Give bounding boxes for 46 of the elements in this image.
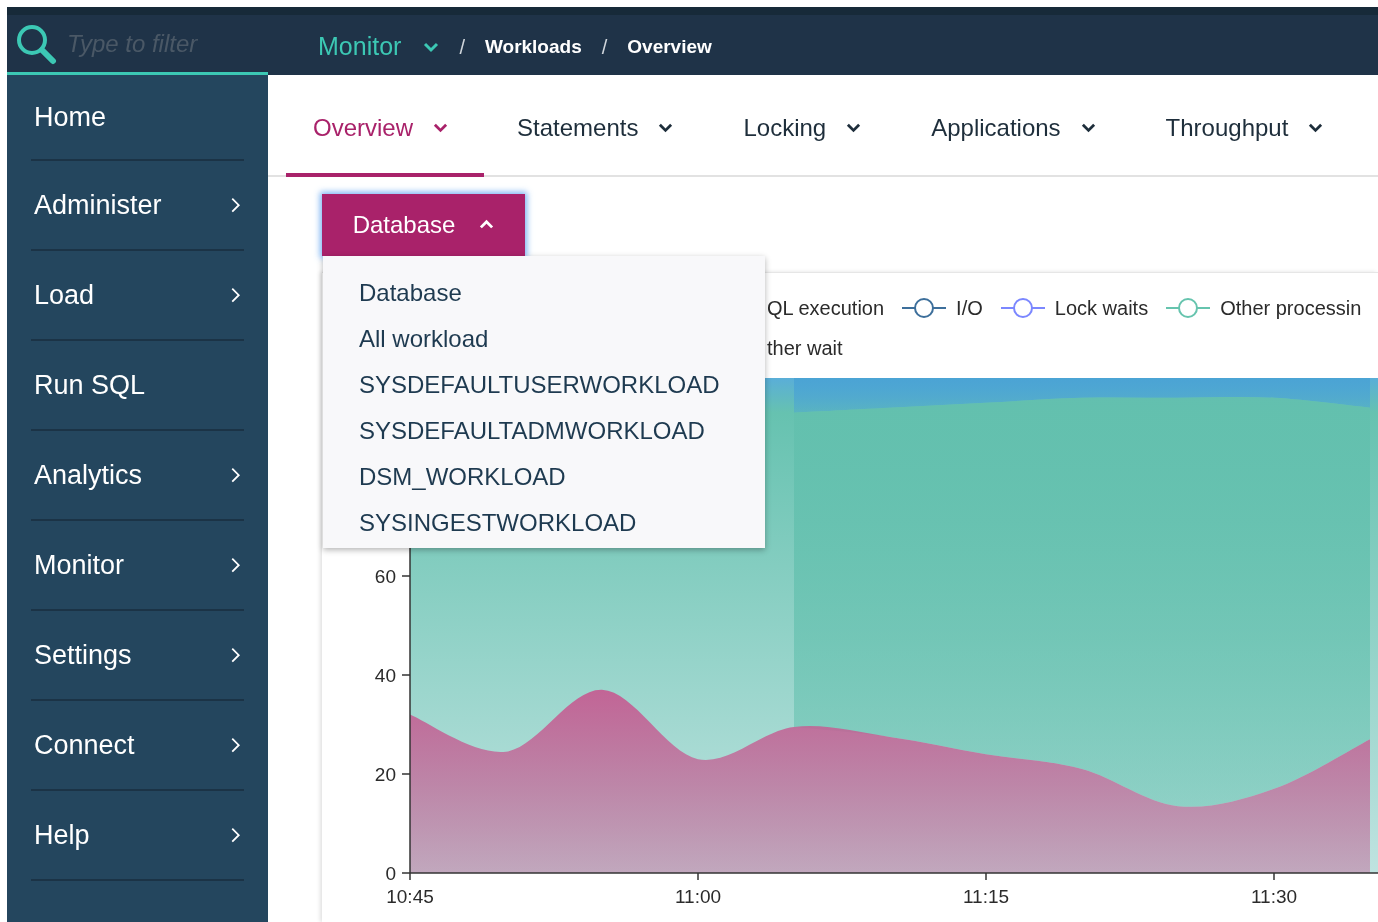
legend-label: QL execution [767,296,885,321]
sidebar-item[interactable]: Run SQL [31,341,244,431]
chevron-down-icon [658,121,674,135]
chevron-down-icon [433,121,449,135]
breadcrumb-separator: / [601,35,608,60]
chevron-down-icon [423,40,440,54]
chevron-down-icon [1308,121,1324,135]
breadcrumb-link[interactable]: Overview [627,32,712,62]
tab[interactable]: Applications [897,75,1132,177]
dropdown-option[interactable]: Database [323,270,765,316]
dropdown-option[interactable]: DSM_WORKLOAD [323,454,765,500]
dropdown-option[interactable]: SYSDEFAULTADMWORKLOAD [323,408,765,454]
legend-label: I/O [956,296,983,321]
sidebar-item[interactable]: Monitor [31,521,244,611]
dropdown-option[interactable]: All workload [323,316,765,362]
y-tick-label: 40 [374,665,396,686]
tab[interactable]: Throughput [1131,75,1360,177]
chevron-down-icon [846,121,862,135]
y-tick-label: 20 [374,764,396,785]
legend-label: Other processin [1220,296,1362,321]
legend-label: Lock waits [1054,296,1149,321]
x-tick-label: 11:15 [962,886,1010,907]
y-tick-label: 0 [385,863,396,884]
tab[interactable]: Statements [484,75,710,177]
chevron-down-icon [1080,121,1096,135]
dropdown-option[interactable]: SYSINGESTWORKLOAD [323,500,765,546]
legend-label: ther wait [767,336,843,361]
sidebar-item[interactable]: Home [31,75,244,161]
x-tick-label: 11:30 [1250,886,1298,907]
dropdown-option[interactable]: SYSDEFAULTUSERWORKLOAD [323,362,765,408]
sidebar-item[interactable]: Connect [31,701,244,791]
sidebar-item[interactable]: Settings [31,611,244,701]
breadcrumb-separator: / [459,35,465,60]
sidebar-item[interactable]: Help [31,791,244,881]
sidebar-item[interactable]: Analytics [31,431,244,521]
x-tick-label: 11:00 [674,886,722,907]
tab[interactable]: Overview [286,75,485,177]
breadcrumb-link[interactable]: Workloads [484,32,582,62]
search-icon [15,22,57,65]
y-tick-label: 60 [374,566,396,587]
x-tick-label: 10:45 [386,886,434,907]
breadcrumb-menu[interactable]: Monitor [318,28,440,66]
sidebar-item[interactable]: Administer [31,161,244,251]
sidebar-item[interactable]: Load [31,251,244,341]
scope-dropdown[interactable]: Database [322,194,525,256]
tab[interactable]: Locking [709,75,898,177]
